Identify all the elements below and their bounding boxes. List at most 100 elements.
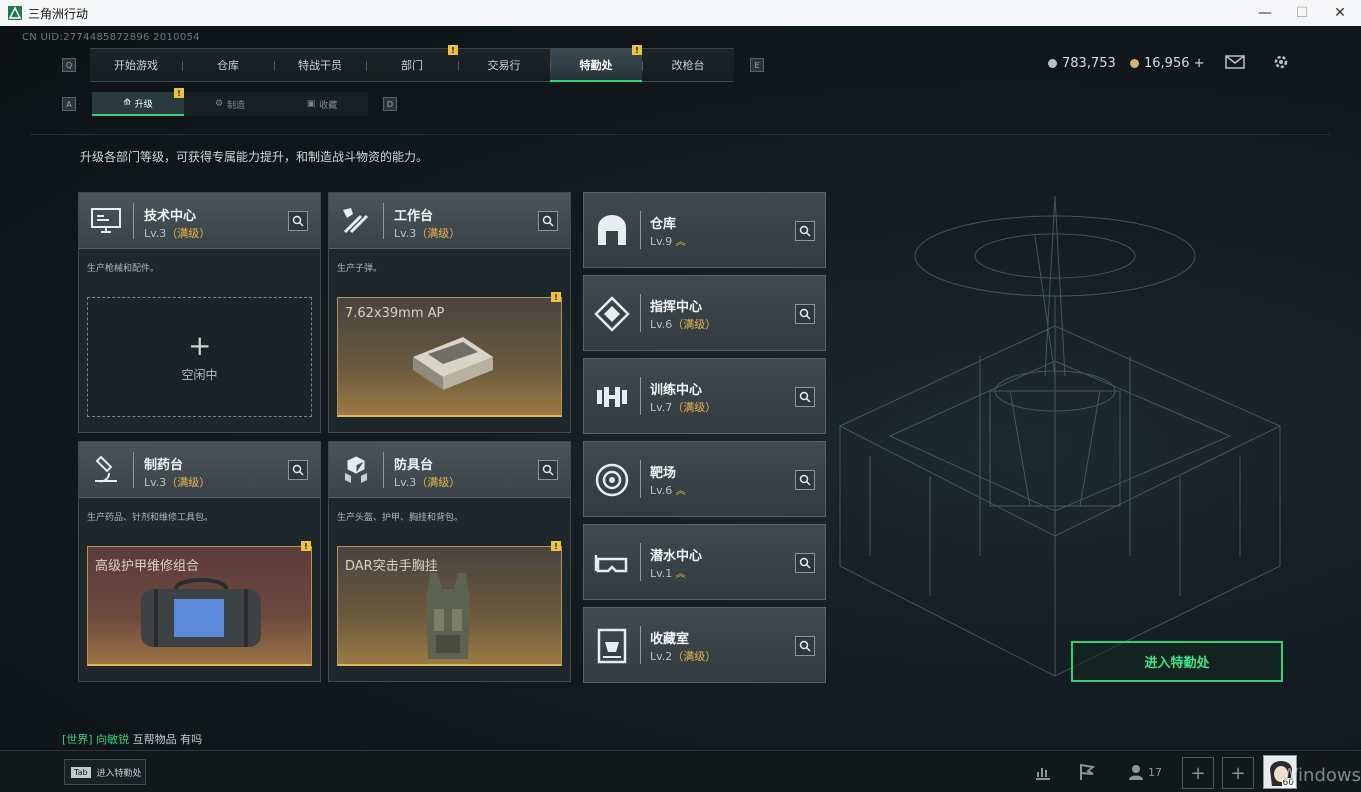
facility-level: Lv.1 ︽ [650, 565, 686, 580]
tab-trading[interactable]: 交易行 [458, 48, 550, 82]
facility-row-command-center[interactable]: 指挥中心 Lv.6（满级） [583, 275, 826, 351]
world-chat-line[interactable]: [世界] 向敏锐 互帮物品 有吗 [62, 731, 202, 747]
minimize-button[interactable]: — [1245, 0, 1285, 26]
inspect-button[interactable] [288, 211, 308, 231]
card-armor-bench[interactable]: 防具台 Lv.3（满级） 生产头盔、护甲、胸挂和背包。 ! DAR突击手胸挂 [328, 441, 571, 682]
gear-icon[interactable] [1272, 53, 1290, 71]
card-header: 技术中心 Lv.3（满级） [79, 193, 320, 249]
upgrade-available-icon: ︽ [675, 486, 686, 497]
craft-icon: ⚙ [214, 99, 224, 109]
tab-label: 特战干员 [298, 59, 342, 72]
subtab-craft[interactable]: ⚙ 制造 [184, 92, 276, 116]
card-pharmacy[interactable]: 制药台 Lv.3（满级） 生产药品、针剂和维修工具包。 ! 高级护甲维修组合 [78, 441, 321, 682]
add-party-slot-button[interactable]: + [1182, 757, 1214, 789]
level-value: Lv.9 [650, 235, 673, 248]
facility-row-training-center[interactable]: 训练中心 Lv.7（满级） [583, 358, 826, 434]
gold-currency[interactable]: 16,956 + [1130, 56, 1205, 71]
facility-level: Lv.3（满级） [394, 474, 460, 490]
silver-currency: 783,753 [1048, 56, 1116, 71]
facility-level: Lv.7（满级） [650, 399, 716, 415]
facility-name: 指挥中心 [650, 300, 703, 315]
game-viewport: CN UID:2774485872896 2010054 Q 开始游戏 仓库 特… [0, 26, 1361, 792]
collection-icon: ▣ [306, 99, 316, 109]
subtab-collection[interactable]: ▣ 收藏 [276, 92, 368, 116]
enter-special-ops-button[interactable]: 进入特勤处 [1071, 641, 1283, 682]
facility-name: 靶场 [650, 466, 677, 481]
tab-shortcut-label: 进入特勤处 [96, 768, 142, 779]
craft-slot-ammo[interactable]: ! 7.62x39mm AP [337, 292, 562, 417]
subtab-label: 制造 [227, 100, 246, 111]
level-value: Lv.3 [144, 227, 167, 240]
add-party-slot-button-2[interactable]: + [1222, 757, 1254, 789]
alert-badge: ! [632, 45, 642, 55]
tab-start-game[interactable]: 开始游戏 [90, 48, 182, 82]
level-value: Lv.3 [394, 476, 417, 489]
inspect-button[interactable] [795, 387, 815, 407]
craft-slot-vest[interactable]: ! DAR突击手胸挂 [337, 541, 562, 666]
inspect-button[interactable] [795, 553, 815, 573]
dumbbell-icon [597, 387, 627, 407]
stats-icon[interactable] [1030, 759, 1056, 785]
facility-row-collection-room[interactable]: 收藏室 Lv.2（满级） [583, 607, 826, 683]
repair-bag-image [141, 578, 261, 647]
tab-special-ops[interactable]: 特勤处! [550, 45, 642, 82]
subnav-right-key: D [383, 97, 397, 111]
level-value: Lv.6 [650, 318, 673, 331]
max-level-tag: （满级） [672, 650, 717, 663]
craft-slot-repair-kit[interactable]: ! 高级护甲维修组合 [87, 541, 312, 666]
alert-badge: ! [448, 45, 458, 55]
tab-department[interactable]: 部门! [366, 45, 458, 82]
tab-label: 特勤处 [579, 58, 613, 72]
maximize-button[interactable]: ☐ [1282, 0, 1322, 26]
card-header: 防具台 Lv.3（满级） [329, 442, 570, 498]
close-button[interactable]: ✕ [1320, 0, 1360, 26]
alert-badge: ! [174, 88, 184, 98]
inspect-button[interactable] [795, 636, 815, 656]
max-level-tag: （满级） [672, 318, 717, 331]
subtab-label: 升级 [134, 99, 153, 110]
subtab-upgrade[interactable]: ⟰ 升级 ! [92, 88, 184, 116]
inspect-button[interactable] [538, 460, 558, 480]
facility-row-shooting-range[interactable]: 靶场 Lv.6 ︽ [583, 441, 826, 517]
facility-name: 仓库 [650, 217, 677, 232]
subtab-label: 收藏 [319, 100, 338, 111]
inspect-button[interactable] [795, 304, 815, 324]
top-nav: 开始游戏 仓库 特战干员 部门! 交易行 特勤处! 改枪台 [90, 45, 734, 82]
chat-user[interactable]: 向敏锐 [96, 733, 129, 746]
facility-row-warehouse[interactable]: 仓库 Lv.9 ︽ [583, 192, 826, 268]
tab-operators[interactable]: 特战干员 [274, 48, 366, 82]
friends-button[interactable]: 17 [1122, 759, 1168, 785]
tab-shortcut-hint[interactable]: Tab 进入特勤处 [64, 759, 146, 785]
microscope-icon [95, 455, 117, 483]
facility-level: Lv.2（满级） [650, 648, 716, 664]
alert-badge: ! [551, 541, 561, 551]
inspect-button[interactable] [538, 211, 558, 231]
page-description: 升级各部门等级，可获得专属能力提升，和制造战斗物资的能力。 [80, 150, 429, 164]
max-level-tag: （满级） [416, 227, 461, 240]
inspect-button[interactable] [288, 460, 308, 480]
tab-warehouse[interactable]: 仓库 [182, 48, 274, 82]
search-icon [799, 308, 811, 320]
player-uid: CN UID:2774485872896 2010054 [22, 32, 200, 43]
slot-item-name: 高级护甲维修组合 [95, 559, 200, 574]
search-icon [799, 474, 811, 486]
card-tech-center[interactable]: 技术中心 Lv.3（满级） 生产枪械和配件。 + 空闲中 [78, 192, 321, 433]
warehouse-icon [598, 215, 626, 245]
inspect-button[interactable] [795, 470, 815, 490]
craft-slot-empty[interactable]: + 空闲中 [87, 297, 312, 417]
tab-gunsmith[interactable]: 改枪台 [642, 48, 734, 82]
computer-icon [91, 208, 121, 233]
card-workbench[interactable]: 工作台 Lv.3（满级） 生产子弹。 ! 7.62x39mm AP [328, 192, 571, 433]
mail-icon[interactable] [1225, 55, 1245, 69]
tools-icon [343, 208, 369, 234]
facility-name: 潜水中心 [650, 549, 703, 564]
max-level-tag: （满级） [166, 227, 211, 240]
facility-row-diving-center[interactable]: 潜水中心 Lv.1 ︽ [583, 524, 826, 600]
level-value: Lv.1 [650, 567, 673, 580]
inspect-button[interactable] [795, 221, 815, 241]
facility-level: Lv.3（满级） [394, 225, 460, 241]
flag-icon[interactable] [1074, 759, 1100, 785]
window-title: 三角洲行动 [28, 6, 89, 21]
search-icon [799, 225, 811, 237]
sub-nav: ⟰ 升级 ! ⚙ 制造 ▣ 收藏 [92, 88, 368, 116]
